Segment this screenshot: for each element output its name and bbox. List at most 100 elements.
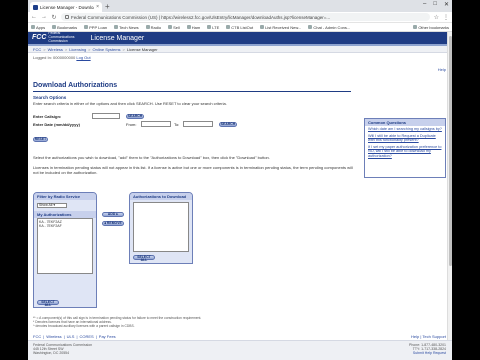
breadcrumb: FCC > Wireless > Licensing > Online Systems… bbox=[28, 46, 452, 53]
page-content: FCC Federal Communications Commission Li… bbox=[28, 31, 452, 360]
to-download-list[interactable] bbox=[133, 202, 189, 252]
folder-icon bbox=[84, 25, 89, 29]
footer-link[interactable]: CORES bbox=[80, 334, 94, 339]
search-instructions: Enter search criteria in either of the o… bbox=[33, 101, 227, 106]
bookmark-item[interactable]: Sell bbox=[168, 25, 180, 30]
from-label: From: bbox=[126, 122, 137, 127]
footer-link[interactable]: Pay Fees bbox=[99, 334, 116, 339]
from-date-input[interactable] bbox=[141, 121, 171, 127]
question-link[interactable]: Will I still be able to Request a Duplic… bbox=[365, 133, 445, 144]
footer-contact: Phone: 1-877-480-3201 TTY: 1-717-338-282… bbox=[409, 343, 446, 355]
tab-bar: License Manager - Download A... × + – □ … bbox=[28, 0, 452, 12]
footer-bar: Federal Communications Commission 445 12… bbox=[28, 340, 452, 360]
page-title: Download Authorizations bbox=[33, 82, 118, 89]
bookmark-item[interactable]: Apps bbox=[31, 25, 45, 30]
bookmark-label: Radio bbox=[150, 24, 162, 30]
footer-help-links[interactable]: Help | Tech Support bbox=[411, 334, 446, 339]
callsign-label: Enter Callsign: bbox=[33, 114, 62, 119]
screen-frame: License Manager - Download A... × + – □ … bbox=[0, 0, 480, 360]
footer-address: Federal Communications Commission 445 12… bbox=[33, 343, 92, 355]
reset-button[interactable]: RESET bbox=[33, 137, 48, 142]
list-item[interactable]: KA - 7EKF2AF bbox=[39, 224, 91, 228]
radio-service-select[interactable]: Show All ▾ bbox=[37, 203, 67, 208]
apps-icon bbox=[31, 25, 35, 29]
filter-title: Filter by Radio Service bbox=[34, 193, 96, 200]
footer-link[interactable]: Wireless bbox=[46, 334, 61, 339]
breadcrumb-current: License Manager bbox=[126, 46, 158, 52]
fcc-header: FCC Federal Communications Commission Li… bbox=[28, 31, 452, 46]
bookmark-item[interactable]: Radio bbox=[145, 24, 162, 30]
bookmark-item[interactable]: Bookmarks bbox=[52, 25, 77, 30]
url-text: Federal Communications Commission (US) |… bbox=[71, 14, 331, 20]
breadcrumb-wireless[interactable]: Wireless bbox=[48, 47, 63, 52]
callsign-input[interactable] bbox=[92, 113, 120, 119]
folder-icon bbox=[207, 25, 212, 29]
common-questions-box: Common Questions Which date am I searchi… bbox=[364, 118, 446, 178]
my-authorizations-list[interactable]: KA - 7EKF2AZ KA - 7EKF2AF bbox=[37, 218, 93, 274]
bookmark-item[interactable]: Ham bbox=[186, 25, 200, 30]
scrollbar-thumb[interactable] bbox=[449, 36, 452, 266]
other-bookmarks[interactable]: Other bookmarks bbox=[413, 25, 449, 30]
bookmark-item[interactable]: Tech News bbox=[114, 25, 139, 30]
maximize-icon[interactable]: □ bbox=[433, 1, 437, 8]
reload-icon[interactable]: ↻ bbox=[51, 14, 57, 21]
folder-icon bbox=[114, 25, 119, 29]
address-bar: ← → ↻ Federal Communications Commission … bbox=[28, 12, 452, 23]
footer-links: FCC | Wireless | ULS | CORES | Pay Fees bbox=[33, 334, 116, 339]
new-tab-button[interactable]: + bbox=[105, 2, 110, 11]
browser-tab[interactable]: License Manager - Download A... × bbox=[30, 2, 102, 12]
breadcrumb-licensing[interactable]: Licensing bbox=[69, 47, 86, 52]
logout-link[interactable]: Log Out bbox=[76, 55, 90, 60]
bookmark-label: Other bookmarks bbox=[418, 24, 449, 30]
bookmark-star-icon[interactable]: ☆ bbox=[434, 14, 439, 21]
select-all-left-button[interactable]: SELECT ALL bbox=[37, 300, 59, 307]
fcc-favicon-icon bbox=[33, 4, 38, 10]
footer-link[interactable]: FCC bbox=[33, 334, 41, 339]
tab-close-icon[interactable]: × bbox=[96, 4, 99, 10]
breadcrumb-separator: > bbox=[64, 46, 68, 52]
question-link[interactable]: If I set my paper authorization preferen… bbox=[365, 144, 445, 160]
page-icon bbox=[308, 25, 313, 29]
add-button[interactable]: ADD ▸ bbox=[102, 212, 124, 217]
minimize-icon[interactable]: – bbox=[423, 1, 426, 8]
to-download-title: Authorizations to Download bbox=[130, 193, 192, 200]
help-link[interactable]: Help bbox=[438, 67, 446, 72]
bookmark-label: Apps bbox=[36, 24, 46, 30]
folder-icon bbox=[186, 25, 191, 29]
chevron-down-icon: ▾ bbox=[52, 203, 56, 207]
back-icon[interactable]: ← bbox=[31, 14, 37, 20]
fcc-logo-words: Federal Communications Commission bbox=[48, 31, 74, 43]
to-date-input[interactable] bbox=[183, 121, 213, 127]
bookmarks-bar: Apps Bookmarks PPP Loan Tech News Radio … bbox=[28, 23, 452, 32]
folder-icon bbox=[168, 25, 173, 29]
bookmark-label: LTE bbox=[212, 24, 220, 30]
bookmark-label: Bookmarks bbox=[57, 24, 78, 30]
menu-icon[interactable]: ⋮ bbox=[443, 14, 449, 21]
bookmark-item[interactable]: PPP Loan bbox=[84, 25, 107, 30]
page-scrollbar[interactable] bbox=[447, 32, 452, 360]
breadcrumb-online-systems[interactable]: Online Systems bbox=[93, 47, 121, 52]
bookmark-item[interactable]: Chat - Admin Cons... bbox=[308, 25, 350, 30]
bookmark-item[interactable]: List Received New... bbox=[260, 25, 301, 30]
logged-in-label: Logged In: 0000000000 bbox=[33, 55, 76, 60]
url-input[interactable]: Federal Communications Commission (US) |… bbox=[61, 13, 430, 21]
browser-window: License Manager - Download A... × + – □ … bbox=[28, 0, 452, 360]
select-all-right-button[interactable]: SELECT ALL bbox=[133, 255, 155, 262]
breadcrumb-separator: > bbox=[43, 46, 46, 52]
close-window-icon[interactable]: ✕ bbox=[444, 1, 449, 8]
app-title: License Manager bbox=[90, 34, 145, 42]
bookmark-item[interactable]: LTE bbox=[207, 25, 219, 30]
bookmark-item[interactable]: CTB ListOut bbox=[226, 25, 253, 30]
bookmark-label: PPP Loan bbox=[89, 24, 108, 30]
folder-icon bbox=[52, 25, 57, 29]
search-options-title: Search Options bbox=[33, 95, 67, 100]
search-button-callsign[interactable]: SEARCH bbox=[126, 114, 144, 119]
submit-help-request-link[interactable]: Submit Help Request bbox=[413, 351, 446, 355]
footer-link[interactable]: ULS bbox=[67, 334, 75, 339]
search-button-date[interactable]: SEARCH bbox=[219, 122, 237, 127]
common-questions-title: Common Questions bbox=[365, 119, 445, 126]
fcc-logo[interactable]: FCC Federal Communications Commission bbox=[32, 31, 74, 43]
remove-button[interactable]: ◂ REMOVE bbox=[102, 221, 124, 226]
forward-icon[interactable]: → bbox=[41, 14, 47, 20]
breadcrumb-fcc[interactable]: FCC bbox=[33, 47, 41, 52]
